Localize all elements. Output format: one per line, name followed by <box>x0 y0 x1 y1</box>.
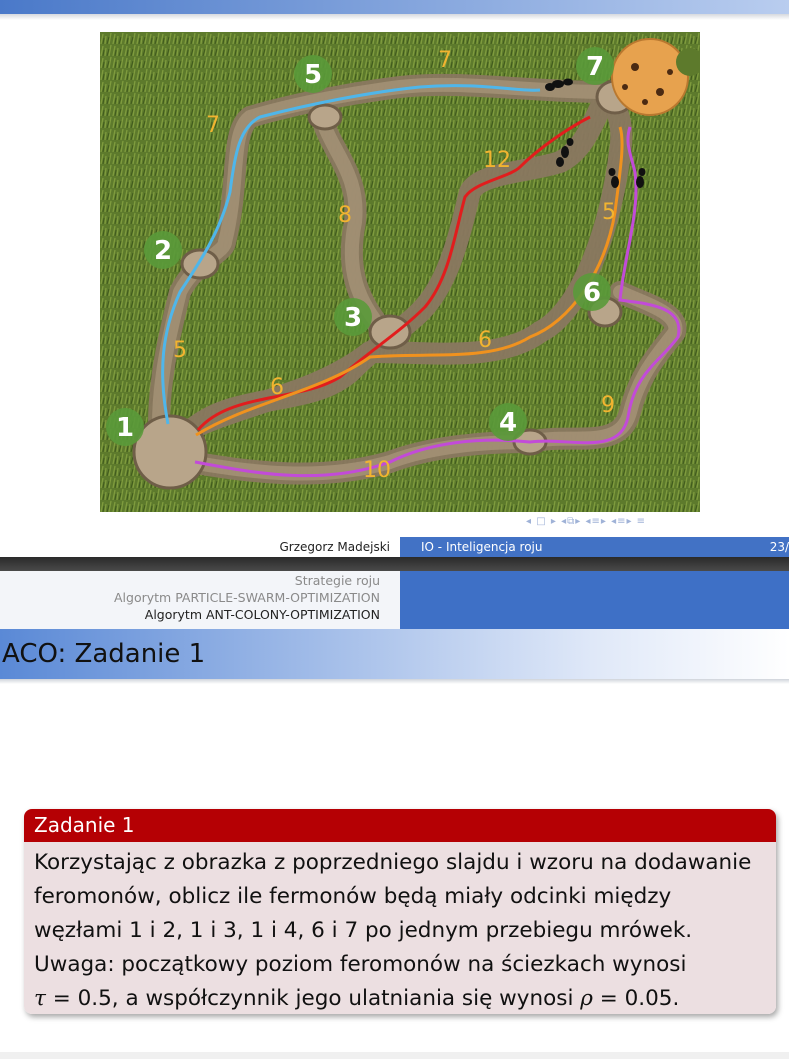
node-3: 3 <box>334 298 372 336</box>
node-2-label: 2 <box>154 236 172 266</box>
ant-colony-graph-figure: 1 2 3 4 5 6 7 5 7 7 8 12 5 6 6 9 10 <box>100 32 700 512</box>
frame-title: ACO: Zadanie 1 <box>2 639 206 669</box>
edge-weight-5-3: 8 <box>338 203 352 228</box>
exercise-line-4: Uwaga: początkowy poziom feromonów na śc… <box>34 952 687 977</box>
edge-weight-5-7: 7 <box>438 48 452 73</box>
slide-footer: Grzegorz Madejski IO - Inteligencja roju… <box>0 537 789 557</box>
top-header-bar <box>0 0 789 14</box>
node-5-label: 5 <box>304 60 322 90</box>
node-4-label: 4 <box>499 408 517 438</box>
node-5: 5 <box>294 55 332 93</box>
footer-title: IO - Inteligencja roju <box>421 540 543 554</box>
edge-weight-1-4: 10 <box>363 458 391 483</box>
header-right <box>400 571 789 629</box>
exercise-line-3: węzłami 1 i 2, 1 i 3, 1 i 4, 6 i 7 po je… <box>34 918 693 943</box>
bottom-edge <box>0 1052 789 1059</box>
nav-subsection-icon[interactable]: ◂⧉▸ <box>561 516 581 527</box>
nav-prev-icon[interactable]: ◂ <box>526 516 532 527</box>
exercise-line-2: feromonów, oblicz ile fermonów będą miał… <box>34 884 672 909</box>
node-2: 2 <box>144 231 182 269</box>
edge-weight-2-5: 7 <box>206 113 220 138</box>
slide-divider <box>0 557 789 571</box>
rho-symbol: ρ <box>580 986 593 1011</box>
node-1-label: 1 <box>116 413 134 443</box>
exercise-title: Zadanie 1 <box>24 809 776 842</box>
exercise-line-5-text: = 0.5, a współczynnik jego ulatniania si… <box>52 986 574 1011</box>
footer-right: IO - Inteligencja roju 23/ <box>400 537 789 557</box>
exercise-body: Korzystając z obrazka z poprzedniego sla… <box>24 842 776 1014</box>
edge-weight-1-2: 5 <box>173 338 187 363</box>
tau-symbol: τ <box>34 986 46 1011</box>
node-3-label: 3 <box>344 303 362 333</box>
node-7-label: 7 <box>586 52 604 82</box>
node-6: 6 <box>573 273 611 311</box>
nav-next-icon[interactable]: ▸ <box>551 516 557 527</box>
edge-weight-3-7: 12 <box>483 148 511 173</box>
nav-section-icon-2[interactable]: ◂≡▸ <box>611 516 632 527</box>
node-1: 1 <box>106 408 144 446</box>
footer-left: Grzegorz Madejski <box>0 537 400 557</box>
nav-frame-icon[interactable]: □ <box>536 516 546 527</box>
exercise-line-1: Korzystając z obrazka z poprzedniego sla… <box>34 850 752 875</box>
edge-weight-3-6: 6 <box>478 328 492 353</box>
edge-weight-1-3: 6 <box>270 375 284 400</box>
search-icon[interactable]: ≡ <box>637 516 646 527</box>
exercise-line-5: τ = 0.5, a współczynnik jego ulatniania … <box>34 982 768 1014</box>
node-6-label: 6 <box>583 278 601 308</box>
frame-title-bar: ACO: Zadanie 1 <box>0 629 789 679</box>
node-1-mound <box>132 414 208 490</box>
node-4: 4 <box>489 403 527 441</box>
footer-page-number: 23/ <box>769 540 789 554</box>
nav-section-icon[interactable]: ◂≡▸ <box>585 516 606 527</box>
beamer-navigation: ◂ □ ▸ ◂⧉▸ ◂≡▸ ◂≡▸ ≡ <box>526 516 646 527</box>
node-7: 7 <box>576 47 614 85</box>
exercise-block: Zadanie 1 Korzystając z obrazka z poprze… <box>24 809 776 1014</box>
slide-header: Strategie roju Algorytm PARTICLE-SWARM-O… <box>0 571 789 629</box>
section-nav: Strategie roju Algorytm PARTICLE-SWARM-O… <box>0 571 400 629</box>
edge-weight-4-6: 9 <box>601 393 615 418</box>
edge-weight-6-7: 5 <box>602 200 616 225</box>
section-link-pso[interactable]: Algorytm PARTICLE-SWARM-OPTIMIZATION <box>114 590 380 605</box>
footer-author: Grzegorz Madejski <box>279 540 391 554</box>
section-link-aco[interactable]: Algorytm ANT-COLONY-OPTIMIZATION <box>145 607 380 622</box>
frame-title-shadow <box>0 679 789 684</box>
section-link-strategie[interactable]: Strategie roju <box>295 573 380 588</box>
exercise-line-5-end: = 0.05. <box>599 986 680 1011</box>
